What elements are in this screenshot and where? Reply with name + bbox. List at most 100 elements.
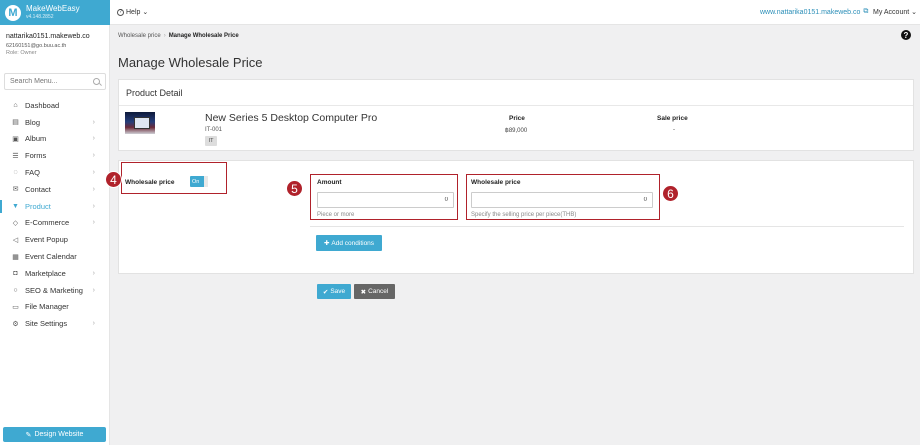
search-icon: ○ [13,286,18,294]
sidebar-item-label: Dashboad [25,100,60,110]
amount-input[interactable] [317,192,454,208]
breadcrumb-parent-link[interactable]: Wholesale price [118,33,161,39]
wholesale-price-label: Wholesale price [471,179,521,186]
product-detail-card: Product Detail New Series 5 Desktop Comp… [118,79,914,151]
product-sku: IT-001 [205,127,223,133]
brand-name: MakeWebEasy [26,3,80,13]
design-website-button[interactable]: ✎ Design Website [3,427,106,442]
search-menu [4,73,106,90]
brand-version: v4.148.2852 [26,13,54,20]
list-icon: ☰ [12,152,19,160]
annotation-badge-5: 5 [286,180,303,197]
sidebar-item-product[interactable]: ▼ Product › [0,198,110,215]
cancel-button[interactable]: ✖ Cancel [354,284,395,299]
chevron-right-icon: › [92,202,95,210]
sidebar-item-event-calendar[interactable]: ▦ Event Calendar [0,248,110,265]
document-icon: ▤ [12,119,19,127]
site-url-text: www.nattarika0151.makeweb.co [760,8,861,16]
user-role: Role: Owner [6,50,37,56]
wholesale-price-toggle-label: Wholesale price [125,179,175,186]
user-name: nattarika0151.makeweb.co [6,33,90,40]
product-thumbnail [125,112,155,134]
sidebar-item-forms[interactable]: ☰ Forms › [0,147,110,164]
home-icon: ⌂ [13,101,18,109]
close-icon: ✖ [360,288,367,296]
page-title: Manage Wholesale Price [118,55,263,70]
wholesale-price-toggle[interactable]: On [190,176,208,187]
amount-label: Amount [317,179,342,186]
brand-logo[interactable]: M MakeWebEasy v4.148.2852 [0,0,110,25]
price-header: Price [509,115,525,122]
sidebar-item-faq[interactable]: ◌ FAQ › [0,164,110,181]
product-category-tag: IT [205,136,217,146]
annotation-badge-6: 6 [662,185,679,202]
sidebar-item-blog[interactable]: ▤ Blog › [0,114,110,131]
megaphone-icon: ◁ [12,236,19,244]
add-conditions-label: Add conditions [331,239,375,247]
top-bar: M MakeWebEasy v4.148.2852 ? Help ⌄ www.n… [0,0,920,25]
chevron-right-icon: › [92,118,95,126]
breadcrumb-current: Manage Wholesale Price [168,33,239,39]
sidebar-item-label: E-Commerce [25,218,70,228]
user-info: nattarika0151.makeweb.co 62160151@go.buu… [0,25,109,69]
amount-help-text: Piece or more [317,212,355,218]
highlight-box-4 [121,162,227,194]
chevron-right-icon: › [92,320,95,328]
chevron-right-icon: › [92,152,95,160]
user-email: 62160151@go.buu.ac.th [6,43,67,49]
sidebar-item-seo-marketing[interactable]: ○ SEO & Marketing › [0,282,110,299]
sidebar-item-label: FAQ [25,168,41,178]
question-icon: ? [117,8,124,16]
cancel-label: Cancel [368,288,389,295]
calendar-icon: ▦ [12,253,19,261]
sidebar-item-label: Event Calendar [25,252,77,262]
search-input[interactable] [10,78,90,85]
cart-icon: ▼ [12,202,19,210]
sale-price-header: Sale price [657,115,688,122]
sidebar-item-label: SEO & Marketing [25,285,83,295]
chat-icon: ◌ [13,169,18,177]
design-website-label: Design Website [34,431,84,438]
divider [310,226,904,227]
sidebar-item-label: Event Popup [25,235,68,245]
bag-icon: ◘ [13,269,18,277]
sidebar-item-contact[interactable]: ✉ Contact › [0,181,110,198]
account-menu[interactable]: My Account ⌄ [873,8,917,16]
makewebeasy-logo-icon: M [5,4,21,21]
pencil-icon: ✎ [25,431,32,439]
sidebar-item-label: Blog [25,117,41,127]
chevron-right-icon: › [92,286,95,294]
site-url-link[interactable]: www.nattarika0151.makeweb.co ⧉ [760,8,868,16]
account-label: My Account [873,9,910,16]
price-value: ฿89,000 [505,128,528,134]
sidebar-item-event-popup[interactable]: ◁ Event Popup [0,231,110,248]
product-name: New Series 5 Desktop Computer Pro [205,112,378,124]
sale-price-value: - [673,127,675,133]
tag-icon: ◇ [12,219,19,227]
folder-icon: ▭ [12,303,19,311]
sidebar-item-label: Product [25,201,51,211]
sidebar-item-marketplace[interactable]: ◘ Marketplace › [0,265,110,282]
sidebar-item-album[interactable]: ▣ Album › [0,131,110,148]
sidebar-item-dashboard[interactable]: ⌂ Dashboad [0,97,110,114]
add-conditions-button[interactable]: ✚ Add conditions [316,235,382,251]
search-icon [93,78,100,85]
chevron-right-icon: › [92,135,95,143]
sidebar-item-file-manager[interactable]: ▭ File Manager [0,299,110,316]
image-icon: ▣ [12,135,19,143]
chevron-right-icon: › [92,169,95,177]
chevron-right-icon: › [92,269,95,277]
breadcrumb: Wholesale price › Manage Wholesale Price [118,33,239,39]
help-menu[interactable]: ? Help ⌄ [117,8,148,16]
sidebar-item-label: Site Settings [25,319,68,329]
save-label: Save [330,288,346,295]
question-icon[interactable]: ? [901,30,911,40]
save-button[interactable]: ✔ Save [317,284,351,299]
sidebar-menu: ⌂ Dashboad ▤ Blog › ▣ Album › ☰ Forms › ◌ FAQ › ✉… [0,97,110,332]
sidebar-item-site-settings[interactable]: ⚙ Site Settings › [0,315,110,332]
sidebar-item-ecommerce[interactable]: ◇ E-Commerce › [0,215,110,232]
brand-text: MakeWebEasy v4.148.2852 [26,3,80,21]
plus-icon: ✚ [323,240,330,247]
wholesale-price-input[interactable] [471,192,653,208]
chevron-down-icon: ⌄ [142,9,149,16]
